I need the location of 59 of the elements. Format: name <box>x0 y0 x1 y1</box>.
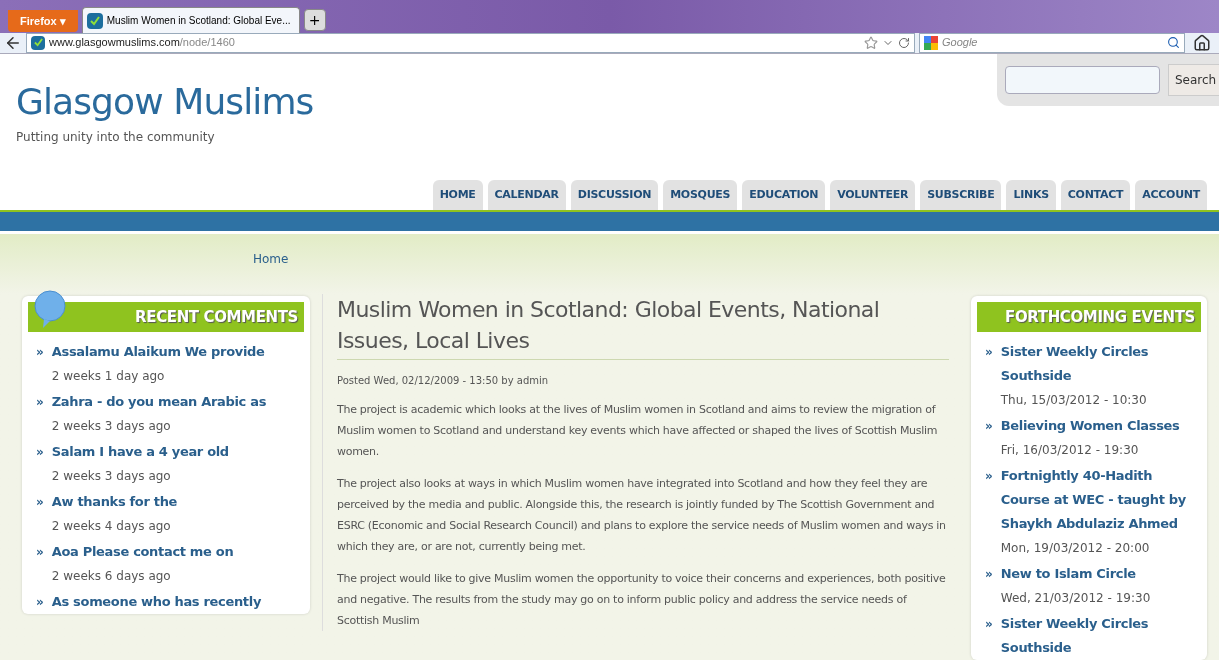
bullet: » <box>36 444 44 461</box>
new-tab-button[interactable]: + <box>303 8 326 31</box>
block-link[interactable]: Believing Women Classes <box>1000 414 1180 438</box>
block-link[interactable]: New to Islam Circle <box>1000 562 1151 586</box>
bullet: » <box>985 418 993 435</box>
block-link[interactable]: Zahra - do you mean Arabic as <box>51 390 267 414</box>
block-link[interactable]: Fortnightly 40-Hadith Course at WEC - taught by Shaykh Abdulaziz Ahmed <box>1000 464 1197 536</box>
article-paragraph: The project would like to give Muslim women the opportunity to voice their concerns and experiences, both positive and negative. The results from the study may go on to inform public policy and address the service needs of Scottish Muslim <box>337 571 947 629</box>
search-button[interactable]: Search <box>1168 63 1219 96</box>
block-meta: Mon, 19/03/2012 - 20:00 <box>1000 540 1151 557</box>
block-title: FORTHCOMING EVENTS <box>1005 306 1195 328</box>
bullet: » <box>36 544 44 561</box>
browser-tab[interactable]: Muslim Women in Scotland: Global Eve... <box>81 6 300 34</box>
site-title[interactable]: Glasgow Muslims <box>16 79 314 124</box>
nav-tab[interactable]: CALENDAR <box>487 179 566 210</box>
block-link[interactable]: As someone who has recently <box>51 590 262 614</box>
block-meta: 2 weeks 1 day ago <box>51 368 166 385</box>
block-link[interactable]: Aoa Please contact me on <box>51 540 234 564</box>
nav-tab[interactable]: DISCUSSION <box>570 179 659 210</box>
site-slogan: Putting unity into the community <box>16 128 216 146</box>
nav-tab[interactable]: MOSQUES <box>663 179 738 210</box>
search-bar[interactable]: Google <box>919 32 1185 53</box>
url-text: www.glasgowmuslims.com/node/1460 <box>49 35 236 51</box>
bullet: » <box>985 468 993 485</box>
browser-search-input[interactable]: Google <box>942 34 1163 51</box>
block-meta: Fri, 16/03/2012 - 19:30 <box>1000 442 1140 459</box>
tab-title: Muslim Women in Scotland: Global Eve... <box>106 14 291 29</box>
bullet: » <box>36 494 44 511</box>
article-title: Muslim Women in Scotland: Global Events, National Issues, Local Lives <box>337 294 949 360</box>
nav-tab[interactable]: SUBSCRIBE <box>920 179 1002 210</box>
bullet: » <box>985 616 993 633</box>
address-bar[interactable]: www.glasgowmuslims.com/node/1460 <box>26 32 915 53</box>
block-link[interactable]: Sister Weekly Circles Southside <box>1000 612 1197 660</box>
breadcrumb-link[interactable]: Home <box>253 250 289 268</box>
nav-tab[interactable]: EDUCATION <box>742 179 826 210</box>
block-title: RECENT COMMENTS <box>135 306 298 328</box>
block-meta: 2 weeks 6 days ago <box>51 568 172 585</box>
bullet: » <box>985 344 993 361</box>
nav-tab[interactable]: VOLUNTEER <box>830 179 916 210</box>
block-meta: 2 weeks 3 days ago <box>51 418 172 435</box>
nav-tab[interactable]: CONTACT <box>1060 179 1131 210</box>
nav-tab[interactable]: ACCOUNT <box>1135 179 1207 210</box>
block-link[interactable]: Sister Weekly Circles Southside <box>1000 340 1197 388</box>
block-meta: 2 weeks 4 days ago <box>51 518 172 535</box>
nav-tab[interactable]: HOME <box>432 179 483 210</box>
bullet: » <box>985 566 993 583</box>
block-link[interactable]: Assalamu Alaikum We provide <box>51 340 265 364</box>
bullet: » <box>36 344 44 361</box>
block-link[interactable]: Salam I have a 4 year old <box>51 440 229 464</box>
block-meta: 2 weeks 3 days ago <box>51 468 172 485</box>
article-paragraph: The project also looks at ways in which Muslim women have integrated into Scotland and how they feel they are perceived by the media and public. Alongside this, the research is jointly funded by The Scottish Government and ESRC (Economic and Social Research Council) and plans to explore the service needs of Muslim women and ways in which they are, or are not, currently being met. <box>337 476 947 555</box>
bullet: » <box>36 594 44 611</box>
block-meta: Thu, 15/03/2012 - 10:30 <box>1000 392 1148 409</box>
block-link[interactable]: Aw thanks for the <box>51 490 178 514</box>
nav-tab[interactable]: LINKS <box>1006 179 1056 210</box>
article-paragraph: The project is academic which looks at the lives of Muslim women in Scotland and aims to review the migration of Muslim women to Scotland and understand key events which have affected or shaped the lives of Scottish Muslim women. <box>337 402 939 460</box>
block-meta: Wed, 21/03/2012 - 19:30 <box>1000 590 1151 607</box>
article-meta: Posted Wed, 02/12/2009 - 13:50 by admin <box>337 374 550 388</box>
bullet: » <box>36 394 44 411</box>
